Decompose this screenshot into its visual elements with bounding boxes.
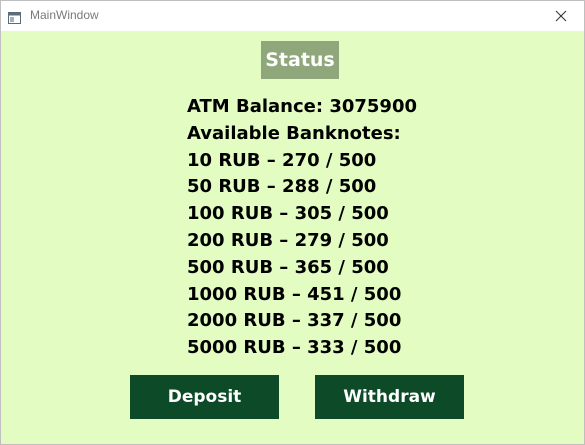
window-app-icon [8, 9, 21, 24]
window-content: Status ATM Balance: 3075900 Available Ba… [1, 31, 584, 444]
close-button[interactable] [538, 1, 584, 31]
banknote-line-10: 10 RUB – 270 / 500 [187, 149, 377, 171]
status-info: ATM Balance: 3075900 Available Banknotes… [187, 94, 417, 362]
banknote-line-200: 200 RUB – 279 / 500 [187, 229, 389, 251]
status-title: Status [261, 41, 339, 79]
atm-balance: ATM Balance: 3075900 [187, 96, 418, 117]
banknote-line-100: 100 RUB – 305 / 500 [187, 203, 389, 225]
withdraw-button[interactable]: Withdraw [315, 375, 464, 419]
title-bar[interactable]: MainWindow [1, 1, 584, 31]
banknote-line-5000: 5000 RUB – 333 / 500 [187, 337, 402, 359]
deposit-button[interactable]: Deposit [130, 375, 279, 419]
banknotes-header: Available Banknotes: [187, 122, 401, 144]
banknote-line-500: 500 RUB – 365 / 500 [187, 256, 389, 278]
main-window: MainWindow Status ATM Balance: 3075900 A… [0, 0, 585, 445]
banknote-line-50: 50 RUB – 288 / 500 [187, 176, 377, 198]
close-icon [555, 7, 567, 26]
banknote-line-2000: 2000 RUB – 337 / 500 [187, 310, 402, 332]
window-title: MainWindow [30, 8, 99, 22]
banknote-line-1000: 1000 RUB – 451 / 500 [187, 283, 402, 305]
